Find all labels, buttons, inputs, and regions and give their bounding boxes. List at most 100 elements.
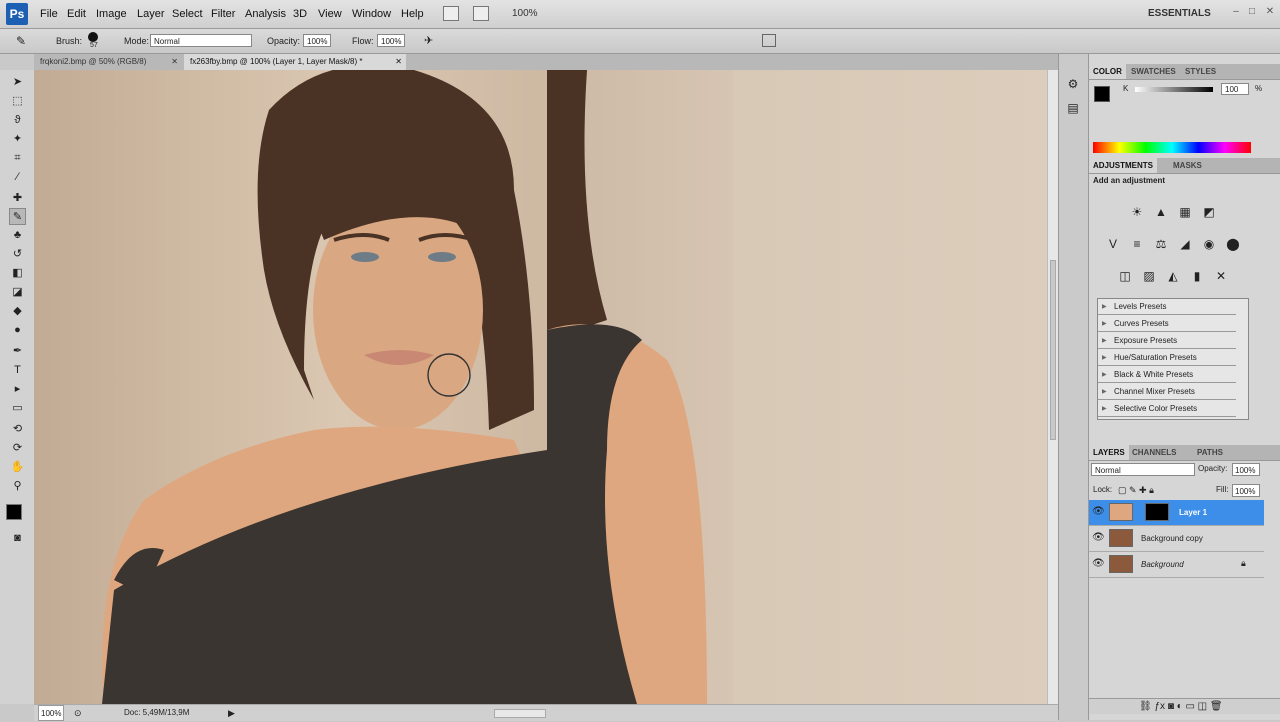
- restore-icon[interactable]: □: [1246, 6, 1258, 18]
- layer-row-background[interactable]: 👁︎ Background 🔒︎: [1089, 552, 1264, 578]
- gradient-map-icon[interactable]: ▮: [1189, 268, 1205, 284]
- exposure-icon[interactable]: ◩: [1201, 204, 1217, 220]
- clone-stamp-icon[interactable]: ♣: [9, 227, 26, 244]
- preset-curves[interactable]: Curves Presets: [1098, 316, 1236, 332]
- dodge-tool-icon[interactable]: ●: [9, 322, 26, 339]
- status-menu-icon[interactable]: ⊙: [74, 707, 86, 719]
- tab-masks[interactable]: MASKS: [1169, 158, 1206, 173]
- layer-row-background-copy[interactable]: 👁︎ Background copy: [1089, 526, 1264, 552]
- canvas-area[interactable]: [34, 70, 1047, 704]
- pen-tool-icon[interactable]: ✒: [9, 343, 26, 360]
- brightness-icon[interactable]: ☀: [1129, 204, 1145, 220]
- actions-icon[interactable]: ▤: [1065, 100, 1081, 116]
- menu-file[interactable]: File: [40, 0, 58, 28]
- close-tab-icon[interactable]: ✕: [171, 54, 178, 70]
- tab-layers[interactable]: LAYERS: [1089, 445, 1129, 460]
- visibility-eye-icon[interactable]: 👁︎: [1092, 558, 1105, 570]
- close-tab-icon[interactable]: ✕: [395, 54, 402, 70]
- menu-3d[interactable]: 3D: [293, 0, 307, 28]
- visibility-eye-icon[interactable]: 👁︎: [1092, 532, 1105, 544]
- shape-tool-icon[interactable]: ▭: [9, 400, 26, 417]
- menu-layer[interactable]: Layer: [137, 0, 165, 28]
- gradient-tool-icon[interactable]: ◪: [9, 284, 26, 301]
- doc-tab-2[interactable]: fx263fby.bmp @ 100% (Layer 1, Layer Mask…: [184, 54, 406, 70]
- menu-select[interactable]: Select: [172, 0, 203, 28]
- layer-row-layer-1[interactable]: 👁︎ Layer 1: [1089, 500, 1264, 526]
- workspace-switcher[interactable]: ESSENTIALS: [1148, 0, 1211, 28]
- channel-mixer-icon[interactable]: ⬤: [1225, 236, 1241, 252]
- menu-edit[interactable]: Edit: [67, 0, 86, 28]
- threshold-icon[interactable]: ◭: [1165, 268, 1181, 284]
- blur-tool-icon[interactable]: ◆: [9, 303, 26, 320]
- preset-selective-color[interactable]: Selective Color Presets: [1098, 401, 1236, 417]
- menu-help[interactable]: Help: [401, 0, 424, 28]
- type-tool-icon[interactable]: T: [9, 362, 26, 379]
- quick-mask-icon[interactable]: ◙: [9, 530, 26, 547]
- brush-panel-icon[interactable]: [762, 34, 776, 47]
- k-value-field[interactable]: 100: [1221, 83, 1249, 95]
- menu-view[interactable]: View: [318, 0, 342, 28]
- tab-adjustments[interactable]: ADJUSTMENTS: [1089, 158, 1158, 173]
- levels-icon[interactable]: ▲: [1153, 204, 1169, 220]
- menu-filter[interactable]: Filter: [211, 0, 235, 28]
- visibility-eye-icon[interactable]: 👁︎: [1092, 506, 1105, 518]
- brush-preview-icon[interactable]: [88, 32, 98, 42]
- foreground-color-swatch[interactable]: [6, 504, 22, 520]
- minimize-icon[interactable]: –: [1230, 6, 1242, 18]
- selective-color-icon[interactable]: ✕: [1213, 268, 1229, 284]
- crop-tool-icon[interactable]: ⌗: [9, 150, 26, 167]
- tab-paths[interactable]: PATHS: [1193, 445, 1227, 460]
- lasso-tool-icon[interactable]: ϑ: [9, 112, 26, 129]
- move-tool-icon[interactable]: ➤: [9, 74, 26, 91]
- zoom-dropdown[interactable]: 100%: [512, 0, 538, 28]
- k-slider[interactable]: [1135, 87, 1213, 92]
- tab-channels[interactable]: CHANNELS: [1128, 445, 1180, 460]
- hand-tool-icon[interactable]: ✋: [9, 459, 26, 476]
- 3d-rotate-icon[interactable]: ⟲: [9, 421, 26, 438]
- zoom-tool-icon[interactable]: ⚲: [9, 478, 26, 495]
- status-arrow-icon[interactable]: ▶: [228, 705, 235, 721]
- color-balance-icon[interactable]: ⚖: [1153, 236, 1169, 252]
- path-select-icon[interactable]: ▸: [9, 381, 26, 398]
- brush-tool-icon[interactable]: ✎: [16, 34, 32, 48]
- vibrance-icon[interactable]: V: [1105, 236, 1121, 252]
- invert-icon[interactable]: ◫: [1117, 268, 1133, 284]
- document-image[interactable]: [34, 70, 547, 704]
- zoom-level[interactable]: 100%: [38, 705, 64, 721]
- preset-hue-saturation[interactable]: Hue/Saturation Presets: [1098, 350, 1236, 366]
- menu-window[interactable]: Window: [352, 0, 391, 28]
- color-foreground-swatch[interactable]: [1094, 86, 1110, 102]
- mode-select[interactable]: Normal: [150, 34, 252, 47]
- healing-tool-icon[interactable]: ✚: [9, 190, 26, 207]
- eyedropper-tool-icon[interactable]: ⁄: [9, 169, 26, 186]
- document-image-second[interactable]: [547, 70, 733, 704]
- brush-tool-icon[interactable]: ✎: [9, 208, 26, 225]
- layers-bottom-toolbar[interactable]: ⛓ ƒx ◙ ◐ ▭ ◫ 🗑︎: [1089, 698, 1280, 714]
- 3d-orbit-icon[interactable]: ⟳: [9, 440, 26, 457]
- photo-filter-icon[interactable]: ◉: [1201, 236, 1217, 252]
- posterize-icon[interactable]: ▨: [1141, 268, 1157, 284]
- preset-channel-mixer[interactable]: Channel Mixer Presets: [1098, 384, 1236, 400]
- color-spectrum-bar[interactable]: [1093, 142, 1251, 153]
- marquee-tool-icon[interactable]: ⬚: [9, 93, 26, 110]
- tab-swatches[interactable]: SWATCHES: [1127, 64, 1180, 79]
- tab-color[interactable]: COLOR: [1089, 64, 1126, 79]
- curves-icon[interactable]: ▦: [1177, 204, 1193, 220]
- menu-analysis[interactable]: Analysis: [245, 0, 286, 28]
- history-brush-icon[interactable]: ↺: [9, 246, 26, 263]
- flow-field[interactable]: 100%: [377, 34, 405, 47]
- quick-select-icon[interactable]: ✦: [9, 131, 26, 148]
- lock-icons[interactable]: ▢ ✎ ✚ 🔒︎: [1118, 485, 1154, 496]
- menu-image[interactable]: Image: [96, 0, 127, 28]
- fill-field[interactable]: 100%: [1232, 484, 1260, 497]
- doc-tab-1[interactable]: frqkoni2.bmp @ 50% (RGB/8) ✕: [34, 54, 182, 70]
- tab-styles[interactable]: STYLES: [1181, 64, 1220, 79]
- opacity-field[interactable]: 100%: [303, 34, 331, 47]
- airbrush-icon[interactable]: ✈: [424, 34, 440, 48]
- scroll-thumb[interactable]: [1050, 260, 1056, 440]
- layer-mask-thumbnail[interactable]: [1145, 503, 1169, 521]
- black-white-icon[interactable]: ◢: [1177, 236, 1193, 252]
- preset-exposure[interactable]: Exposure Presets: [1098, 333, 1236, 349]
- bridge-icon[interactable]: [443, 6, 459, 21]
- horizontal-scroll-thumb[interactable]: [494, 709, 546, 718]
